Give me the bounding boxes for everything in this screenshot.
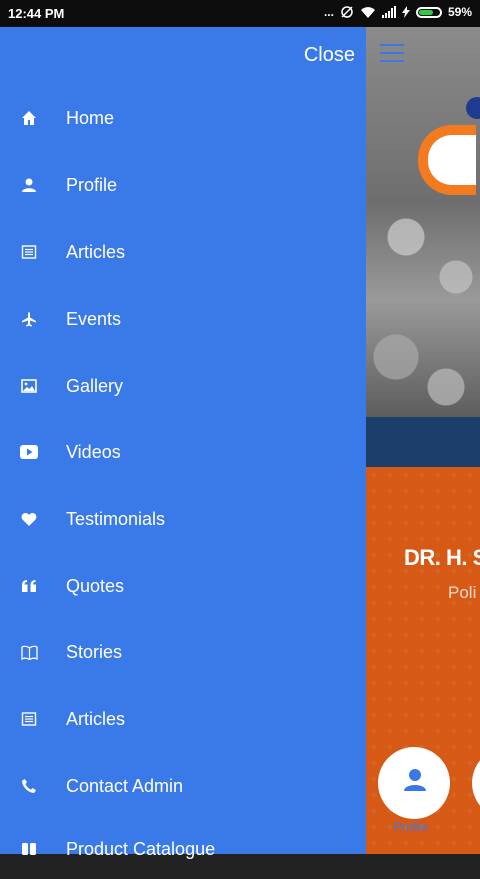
title-band xyxy=(366,417,480,467)
status-bar: 12:44 PM ... 59% xyxy=(0,0,480,27)
app-logo xyxy=(418,125,476,195)
heart-icon xyxy=(20,510,38,528)
menu-item-label: Product Catalogue xyxy=(66,838,216,859)
menu-item-testimonials[interactable]: Testimonials xyxy=(0,489,366,549)
catalogue-icon xyxy=(20,840,38,858)
status-time: 12:44 PM xyxy=(8,6,65,21)
background-app: DR. H. S Poli Profile xyxy=(366,27,480,854)
menu-item-label: Videos xyxy=(66,441,121,462)
menu-item-label: Contact Admin xyxy=(66,775,184,796)
person-icon xyxy=(402,767,428,793)
menu-item-label: Quotes xyxy=(66,575,125,596)
status-more-icon: ... xyxy=(323,5,334,19)
menu-item-label: Articles xyxy=(66,241,126,262)
signal-icon xyxy=(381,6,396,18)
menu-item-label: Events xyxy=(66,308,122,329)
battery-icon xyxy=(415,6,442,18)
header-photo xyxy=(366,27,480,417)
profile-subtitle: Poli xyxy=(448,583,477,602)
close-button[interactable]: Close xyxy=(304,44,355,67)
wifi-icon xyxy=(360,6,376,19)
menu-item-label: Stories xyxy=(66,641,123,662)
phone-icon xyxy=(20,777,38,795)
charging-icon xyxy=(401,6,410,18)
menu-item-label: Testimonials xyxy=(66,508,166,529)
alarm-off-icon xyxy=(340,5,354,19)
menu-item-label: Gallery xyxy=(66,375,124,396)
battery-percent: 59% xyxy=(447,5,472,19)
play-icon xyxy=(20,443,38,461)
menu-item-stories[interactable]: Stories xyxy=(0,622,366,682)
hamburger-menu-icon[interactable] xyxy=(380,44,404,62)
menu-item-contact-admin[interactable]: Contact Admin xyxy=(0,756,366,816)
image-icon xyxy=(20,377,38,395)
airplane-icon xyxy=(20,310,38,328)
home-icon xyxy=(20,109,38,127)
newspaper-icon xyxy=(20,243,38,261)
menu-item-articles-2[interactable]: Articles xyxy=(0,689,366,749)
person-icon xyxy=(20,176,38,194)
newspaper-icon xyxy=(20,710,38,728)
menu-item-quotes[interactable]: Quotes xyxy=(0,556,366,616)
menu-item-product-catalogue[interactable]: Product Catalogue xyxy=(0,819,366,879)
menu-item-label: Articles xyxy=(66,708,126,729)
quote-icon xyxy=(20,577,38,595)
book-icon xyxy=(20,643,38,661)
menu-item-events[interactable]: Events xyxy=(0,289,366,349)
menu-item-articles[interactable]: Articles xyxy=(0,222,366,282)
menu-item-profile[interactable]: Profile xyxy=(0,155,366,215)
status-indicators: ... 59% xyxy=(324,5,472,19)
menu-item-videos[interactable]: Videos xyxy=(0,422,366,482)
profile-name: DR. H. S xyxy=(404,545,480,570)
menu-item-label: Home xyxy=(66,107,115,128)
menu-item-gallery[interactable]: Gallery xyxy=(0,356,366,416)
profile-fab-label: Profile xyxy=(394,820,429,834)
menu-item-home[interactable]: Home xyxy=(0,88,366,148)
menu-item-label: Profile xyxy=(66,174,118,195)
navigation-drawer: Close Home Profile Articles Events Galle… xyxy=(0,27,366,859)
